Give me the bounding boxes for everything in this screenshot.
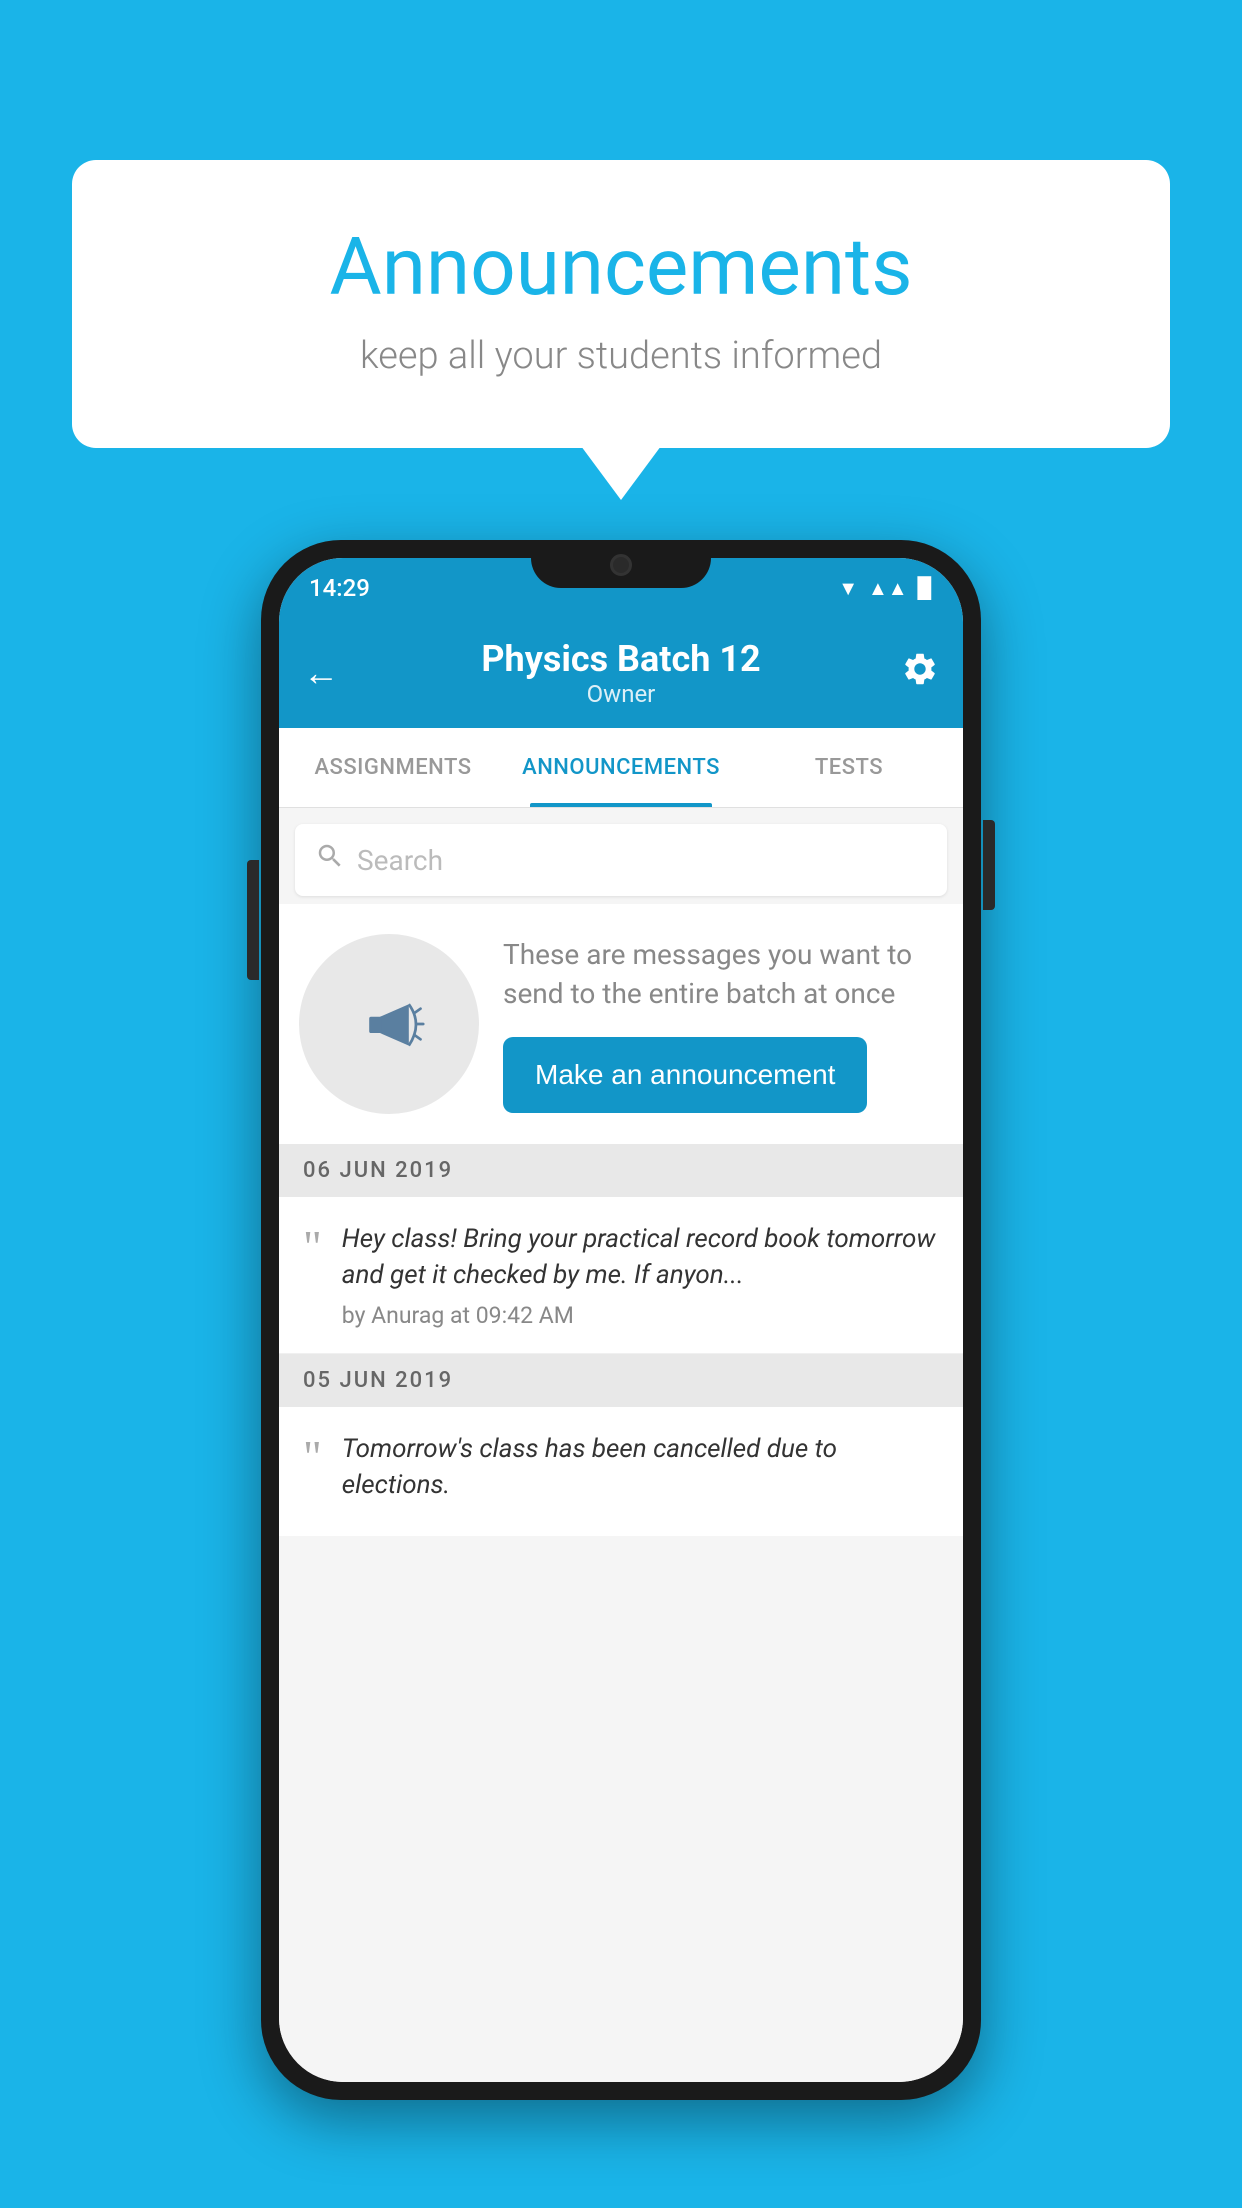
user-role: Owner [481,680,760,708]
content-area: Search [279,808,963,2082]
settings-button[interactable] [901,650,939,697]
tab-tests[interactable]: TESTS [735,728,963,807]
quote-icon-2: " [303,1439,322,1476]
phone-screen: 14:29 ▼ ▲▲ ▉ ← Physics Batch 12 Owner [279,558,963,2082]
announcement-text-2: Tomorrow's class has been cancelled due … [342,1431,939,1504]
status-icons: ▼ ▲▲ ▉ [838,576,933,601]
back-button[interactable]: ← [303,652,339,694]
speech-bubble: Announcements keep all your students inf… [72,160,1170,448]
announcement-text-1: Hey class! Bring your practical record b… [342,1221,939,1294]
announcement-meta-1: by Anurag at 09:42 AM [342,1302,939,1329]
wifi-icon: ▼ [838,576,858,601]
batch-name: Physics Batch 12 [481,638,760,680]
megaphone-icon [344,979,434,1069]
header-center: Physics Batch 12 Owner [481,638,760,708]
tabs-bar: ASSIGNMENTS ANNOUNCEMENTS TESTS [279,728,963,808]
status-time: 14:29 [309,574,370,602]
announcement-item-1[interactable]: " Hey class! Bring your practical record… [279,1197,963,1354]
search-icon [315,841,345,879]
announcement-content-2: Tomorrow's class has been cancelled due … [342,1431,939,1512]
phone-outer: 14:29 ▼ ▲▲ ▉ ← Physics Batch 12 Owner [261,540,981,2100]
battery-icon: ▉ [918,576,933,600]
phone-camera [610,554,632,576]
empty-state-description: These are messages you want to send to t… [503,935,943,1013]
gear-icon [901,650,939,688]
quote-icon-1: " [303,1229,322,1266]
announcement-item-2[interactable]: " Tomorrow's class has been cancelled du… [279,1407,963,1536]
speech-bubble-container: Announcements keep all your students inf… [72,160,1170,448]
empty-state-content: These are messages you want to send to t… [503,935,943,1113]
megaphone-circle [299,934,479,1114]
speech-bubble-subtitle: keep all your students informed [152,334,1090,378]
tab-announcements[interactable]: ANNOUNCEMENTS [507,728,735,807]
tab-assignments[interactable]: ASSIGNMENTS [279,728,507,807]
app-header: ← Physics Batch 12 Owner [279,618,963,728]
announcement-content-1: Hey class! Bring your practical record b… [342,1221,939,1329]
empty-state: These are messages you want to send to t… [279,904,963,1144]
make-announcement-button[interactable]: Make an announcement [503,1037,867,1113]
date-separator-2: 05 JUN 2019 [279,1354,963,1407]
search-bar[interactable]: Search [295,824,947,896]
speech-bubble-title: Announcements [152,220,1090,314]
date-separator-1: 06 JUN 2019 [279,1144,963,1197]
phone-notch [531,540,711,588]
signal-icon: ▲▲ [868,576,908,601]
search-placeholder: Search [357,844,443,877]
phone-mockup: 14:29 ▼ ▲▲ ▉ ← Physics Batch 12 Owner [261,540,981,2100]
